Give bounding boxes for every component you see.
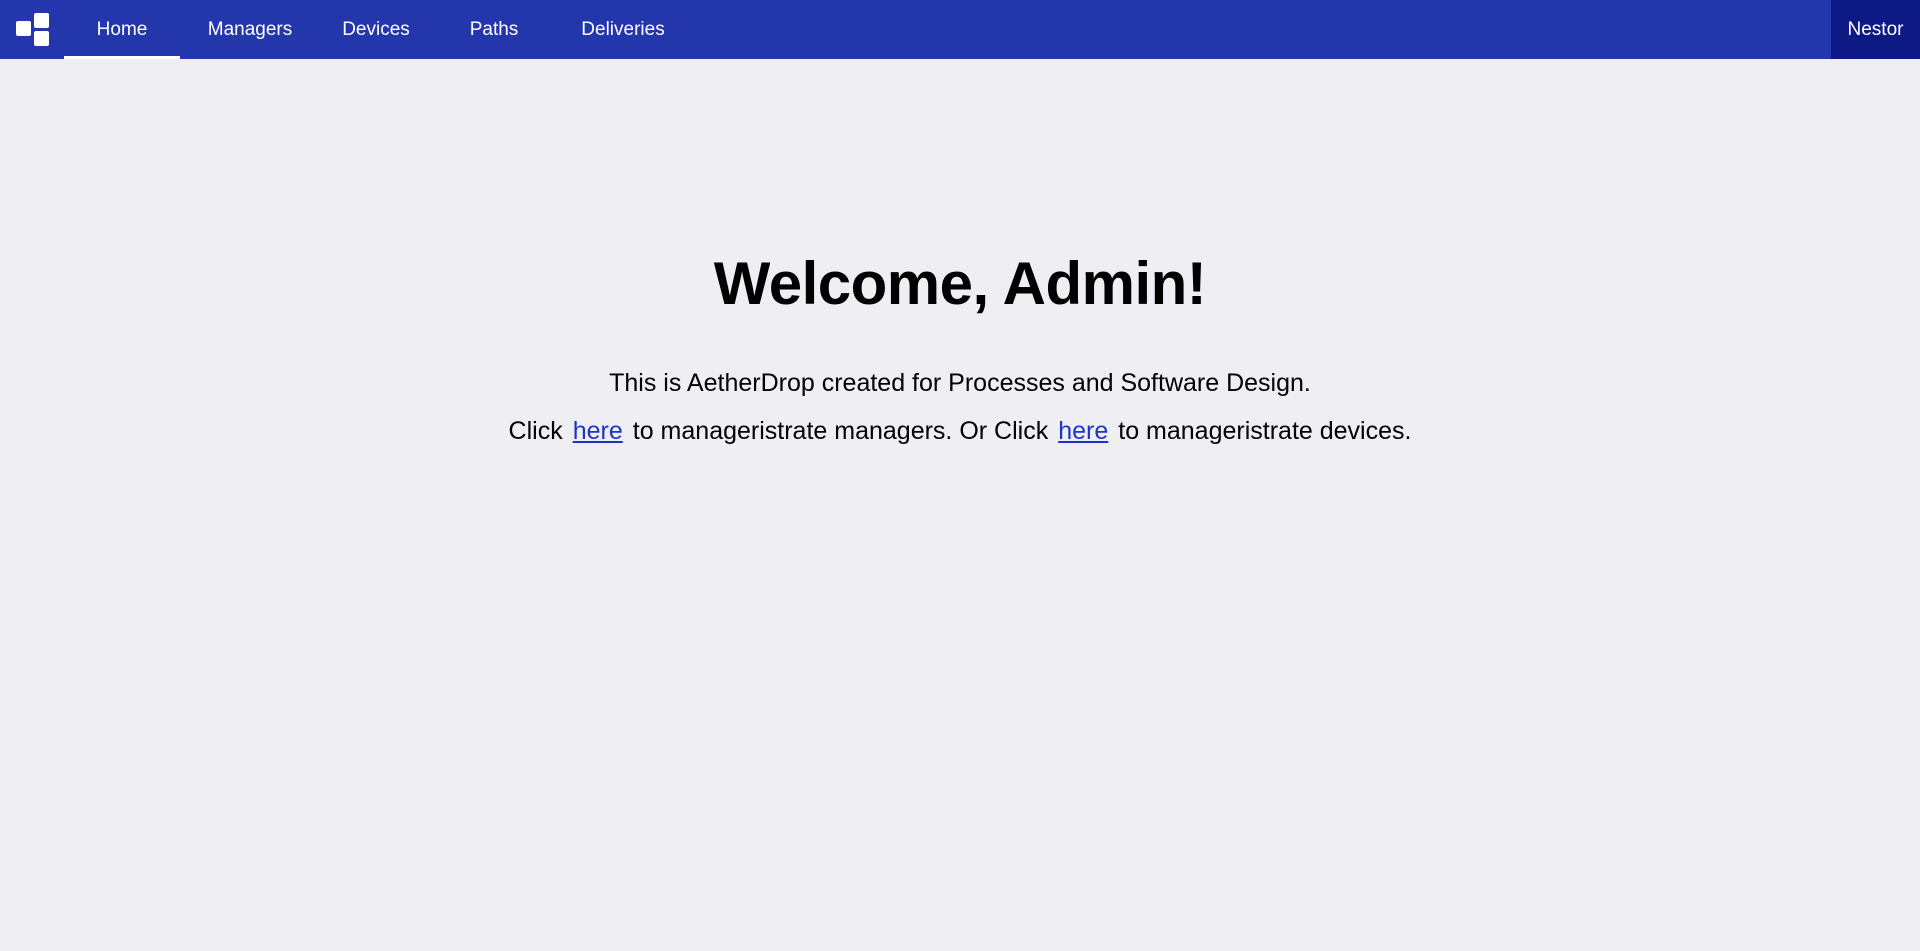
instructions-part1: Click [508,417,563,445]
nav-devices[interactable]: Devices [320,0,432,59]
intro-text: This is AetherDrop created for Processes… [609,369,1311,397]
nav-managers[interactable]: Managers [180,0,320,59]
devices-link[interactable]: here [1058,417,1108,445]
user-menu[interactable]: Nestor [1831,0,1920,59]
top-navbar: Home Managers Devices Paths Deliveries N… [0,0,1920,59]
managers-link[interactable]: here [573,417,623,445]
page-title: Welcome, Admin! [713,250,1207,317]
instructions-part3: to manageristrate devices. [1118,417,1412,445]
nav-deliveries[interactable]: Deliveries [556,0,690,59]
instructions-part2: to manageristrate managers. Or Click [632,417,1049,445]
app-logo-icon[interactable] [0,0,64,59]
nav-home[interactable]: Home [64,0,180,59]
nav-paths[interactable]: Paths [432,0,556,59]
instructions-text: Click here to manageristrate managers. Or … [0,419,1920,444]
